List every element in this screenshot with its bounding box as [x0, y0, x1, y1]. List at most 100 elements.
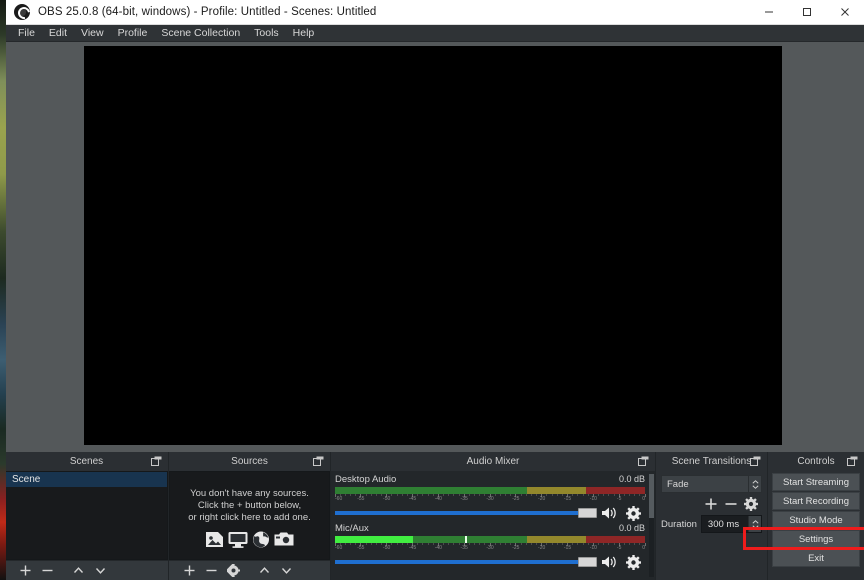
duration-input[interactable]: 300 ms	[700, 515, 762, 533]
scenes-toolbar	[5, 560, 168, 580]
duration-label: Duration	[661, 518, 697, 530]
add-scene-button[interactable]	[14, 561, 36, 580]
dock-audio-mixer: Audio Mixer Desktop Audio 0.0 dB -60 -55…	[330, 452, 655, 580]
preview-canvas[interactable]	[84, 46, 782, 445]
menu-item-view[interactable]: View	[74, 25, 111, 42]
level-meter	[335, 487, 645, 494]
minimize-icon[interactable]	[750, 0, 788, 25]
obs-logo-icon	[14, 4, 30, 20]
audio-mixer-body: Desktop Audio 0.0 dB -60 -55 -50 -45 -40 -35-…	[331, 471, 655, 580]
duration-value: 300 ms	[707, 518, 740, 530]
volume-slider[interactable]	[335, 555, 597, 569]
image-icon	[205, 531, 224, 548]
controls-title: Controls	[797, 456, 835, 467]
mixer-track-desktop-audio: Desktop Audio 0.0 dB -60 -55 -50 -45 -40 -35-…	[334, 474, 646, 523]
move-scene-down-button[interactable]	[89, 561, 111, 580]
source-properties-button[interactable]	[222, 561, 244, 580]
add-transition-button[interactable]	[704, 497, 718, 511]
menu-item-file[interactable]: File	[11, 25, 42, 42]
level-meter	[335, 536, 645, 543]
menu-item-profile[interactable]: Profile	[111, 25, 155, 42]
volume-slider[interactable]	[335, 506, 597, 520]
remove-scene-button[interactable]	[36, 561, 58, 580]
mixer-scrollbar[interactable]	[649, 474, 654, 577]
list-item[interactable]: Scene	[6, 472, 167, 487]
undock-icon[interactable]	[847, 456, 858, 467]
exit-button[interactable]: Exit	[772, 549, 860, 567]
preview-area[interactable]	[5, 42, 864, 452]
studio-mode-button[interactable]: Studio Mode	[772, 511, 860, 529]
scenes-title: Scenes	[69, 456, 104, 467]
menu-bar: File Edit View Profile Scene Collection …	[5, 25, 864, 42]
sources-empty-line-2: Click the + button below,	[197, 499, 302, 511]
close-icon[interactable]	[826, 0, 864, 25]
track-name: Desktop Audio	[335, 474, 397, 485]
controls-header: Controls	[768, 452, 864, 471]
dock-controls: Controls Start Streaming Start Recording…	[767, 452, 864, 580]
volume-slider-handle[interactable]	[578, 508, 597, 518]
settings-button[interactable]: Settings	[772, 530, 860, 548]
volume-row	[335, 554, 645, 570]
undock-icon[interactable]	[638, 456, 649, 467]
sources-title: Sources	[231, 456, 268, 467]
sources-toolbar	[169, 560, 330, 580]
sources-empty-state[interactable]: You don't have any sources. Click the + …	[169, 471, 330, 560]
scene-transitions-body: Fade Duration 300 ms	[656, 471, 767, 580]
desktop-wallpaper-strip	[0, 0, 6, 580]
track-name: Mic/Aux	[335, 523, 369, 534]
scene-transitions-title: Scene Transitions	[671, 456, 752, 467]
level-meter-peak	[465, 536, 468, 543]
speaker-icon[interactable]	[597, 555, 621, 569]
sources-body: You don't have any sources. Click the + …	[169, 471, 330, 580]
gear-icon[interactable]	[744, 496, 758, 511]
start-streaming-button[interactable]: Start Streaming	[772, 473, 860, 491]
browser-globe-icon	[252, 531, 270, 548]
speaker-icon[interactable]	[597, 506, 621, 520]
start-recording-button[interactable]: Start Recording	[772, 492, 860, 510]
menu-item-edit[interactable]: Edit	[42, 25, 74, 42]
track-db-value: 0.0 dB	[618, 523, 645, 533]
window-buttons	[750, 0, 864, 25]
level-meter-ruler: -60 -55 -50 -45 -40 -35 -30 -25 -20 -15 -10 -5 0	[334, 543, 646, 551]
scene-list[interactable]: Scene	[5, 471, 168, 560]
volume-slider-handle[interactable]	[578, 557, 597, 567]
title-bar: OBS 25.0.8 (64-bit, windows) - Profile: …	[5, 0, 864, 25]
volume-row	[335, 505, 645, 521]
controls-body: Start Streaming Start Recording Studio M…	[768, 471, 864, 580]
mixer-track-mic-aux: Mic/Aux 0.0 dB -60 -55 -50 -45 -40 -35 -30 -25-…	[334, 523, 646, 572]
undock-icon[interactable]	[313, 456, 324, 467]
sources-empty-icons	[205, 531, 294, 548]
move-source-up-button[interactable]	[253, 561, 275, 580]
menu-item-scene-collection[interactable]: Scene Collection	[154, 25, 247, 42]
maximize-icon[interactable]	[788, 0, 826, 25]
level-meter-fill	[335, 536, 413, 543]
duration-row: Duration 300 ms	[661, 515, 762, 533]
level-meter-ruler: -60 -55 -50 -45 -40 -35 -30 -25 -20 -15 -10 -5 0	[334, 494, 646, 502]
add-source-button[interactable]	[178, 561, 200, 580]
transition-buttons	[661, 494, 762, 513]
transition-select[interactable]: Fade	[661, 475, 762, 493]
sources-empty-line-3: or right click here to add one.	[188, 511, 311, 523]
move-source-down-button[interactable]	[275, 561, 297, 580]
remove-source-button[interactable]	[200, 561, 222, 580]
display-capture-icon	[228, 531, 248, 548]
menu-item-tools[interactable]: Tools	[247, 25, 286, 42]
audio-mixer-header: Audio Mixer	[331, 452, 655, 471]
track-db-value: 0.0 dB	[618, 474, 645, 484]
gear-icon[interactable]	[621, 505, 645, 521]
move-scene-up-button[interactable]	[67, 561, 89, 580]
dock-scenes: Scenes Scene	[5, 452, 168, 580]
undock-icon[interactable]	[151, 456, 162, 467]
audio-mixer-title: Audio Mixer	[466, 456, 520, 467]
dock-scene-transitions: Scene Transitions Fade Duration 300 ms	[655, 452, 767, 580]
menu-item-help[interactable]: Help	[286, 25, 322, 42]
scenes-header: Scenes	[5, 452, 168, 471]
gear-icon[interactable]	[621, 554, 645, 570]
scenes-body: Scene	[5, 471, 168, 580]
transition-select-spinner[interactable]	[748, 476, 761, 492]
remove-transition-button[interactable]	[724, 497, 738, 511]
duration-spinner[interactable]	[748, 516, 761, 532]
undock-icon[interactable]	[750, 456, 761, 467]
sources-header: Sources	[169, 452, 330, 471]
obs-main-window: OBS 25.0.8 (64-bit, windows) - Profile: …	[0, 0, 864, 580]
